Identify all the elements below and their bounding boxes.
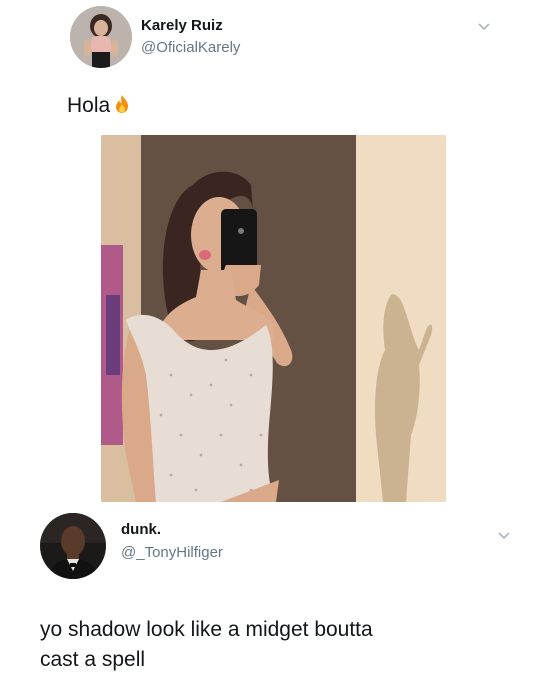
chevron-down-icon[interactable] xyxy=(496,527,512,543)
display-name[interactable]: dunk. xyxy=(121,521,161,538)
display-name[interactable]: Karely Ruiz xyxy=(141,17,223,34)
fire-icon xyxy=(116,95,129,113)
tweet-text: Hola xyxy=(67,91,131,121)
tweet-text-content: Hola xyxy=(67,94,111,117)
tweet-text-line: cast a spell xyxy=(40,648,146,671)
tweet-reply: dunk. @_TonyHilfiger yo shadow look like… xyxy=(0,505,548,676)
tweet-media-photo[interactable] xyxy=(101,135,446,502)
tweet-text-line: yo shadow look like a midget boutta xyxy=(40,618,373,641)
user-handle[interactable]: @OficialKarely xyxy=(141,39,240,56)
tweet-text: yo shadow look like a midget boutta cast… xyxy=(40,615,373,675)
chevron-down-icon[interactable] xyxy=(476,18,492,34)
avatar[interactable] xyxy=(40,513,106,579)
user-handle[interactable]: @_TonyHilfiger xyxy=(121,544,223,561)
avatar[interactable] xyxy=(70,6,132,68)
tweet-original: Karely Ruiz @OficialKarely Hola xyxy=(0,0,548,505)
